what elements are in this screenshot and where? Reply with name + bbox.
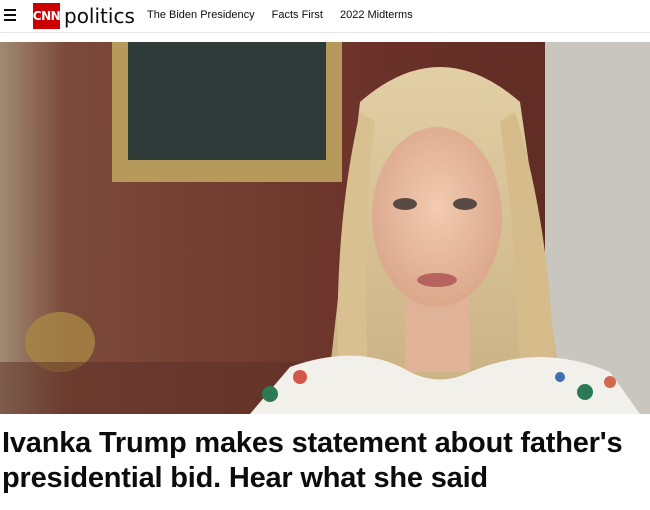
nav-link-biden-presidency[interactable]: The Biden Presidency <box>147 9 255 21</box>
article-headline[interactable]: Ivanka Trump makes statement about fathe… <box>2 426 642 496</box>
section-nav: The Biden Presidency Facts First 2022 Mi… <box>147 9 430 21</box>
cnn-logo-mark: CNN <box>33 3 61 29</box>
hamburger-menu-icon[interactable] <box>4 9 16 22</box>
nav-link-facts-first[interactable]: Facts First <box>272 9 323 21</box>
hero-photo-illustration <box>0 42 650 414</box>
section-name: politics <box>64 4 135 28</box>
nav-link-2022-midterms[interactable]: 2022 Midterms <box>340 9 413 21</box>
hero-image[interactable] <box>0 42 650 414</box>
cnn-politics-logo[interactable]: CNN politics <box>33 3 135 29</box>
top-navigation-bar: CNN politics The Biden Presidency Facts … <box>0 0 650 33</box>
